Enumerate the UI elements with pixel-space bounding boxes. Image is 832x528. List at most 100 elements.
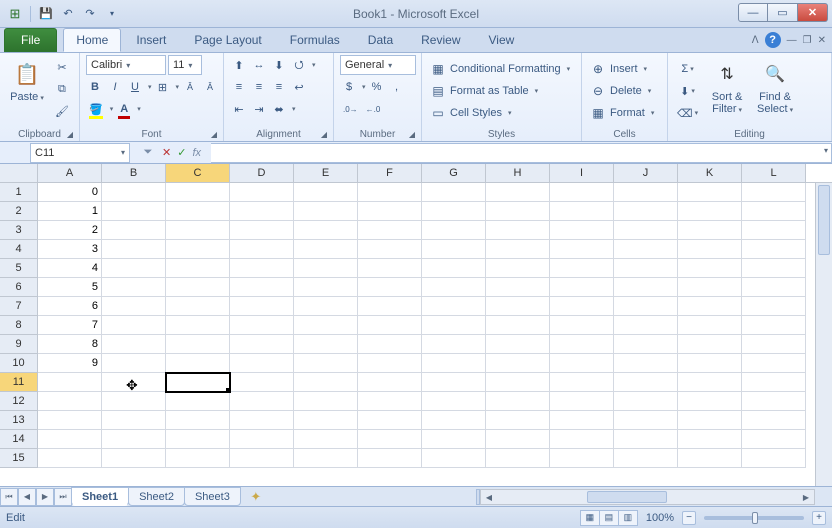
- cell[interactable]: [422, 278, 486, 297]
- cell[interactable]: [102, 278, 166, 297]
- border-button[interactable]: ⊞: [154, 77, 172, 97]
- format-painter-button[interactable]: 🖌: [52, 101, 72, 121]
- cell[interactable]: [294, 373, 358, 392]
- shrink-font-button[interactable]: Ǎ: [201, 77, 219, 97]
- excel-icon[interactable]: ⊞: [6, 5, 24, 23]
- cell[interactable]: [102, 430, 166, 449]
- row-header[interactable]: 12: [0, 392, 38, 411]
- expand-formula-bar-icon[interactable]: ▾: [824, 146, 828, 155]
- cell[interactable]: [422, 259, 486, 278]
- cell[interactable]: [102, 297, 166, 316]
- column-header[interactable]: B: [102, 164, 166, 182]
- cell[interactable]: [742, 430, 806, 449]
- cell[interactable]: [486, 278, 550, 297]
- cell[interactable]: [550, 183, 614, 202]
- cell[interactable]: [230, 221, 294, 240]
- cell[interactable]: [230, 430, 294, 449]
- cell[interactable]: [550, 335, 614, 354]
- row-header[interactable]: 15: [0, 449, 38, 468]
- cell[interactable]: 5: [38, 278, 102, 297]
- clear-button[interactable]: ⌫▾: [674, 103, 701, 123]
- select-all-corner[interactable]: [0, 164, 38, 182]
- cell[interactable]: [550, 449, 614, 468]
- cell[interactable]: [358, 430, 422, 449]
- cell[interactable]: [102, 316, 166, 335]
- cell[interactable]: [166, 297, 230, 316]
- italic-button[interactable]: I: [106, 77, 124, 97]
- cell[interactable]: [358, 392, 422, 411]
- cell[interactable]: [230, 259, 294, 278]
- formula-dropdown-icon[interactable]: ⏷: [140, 146, 156, 159]
- cell[interactable]: [742, 278, 806, 297]
- decrease-indent-button[interactable]: ⇤: [230, 99, 248, 119]
- cell[interactable]: [742, 183, 806, 202]
- cell[interactable]: [678, 297, 742, 316]
- cell[interactable]: [102, 221, 166, 240]
- row-header[interactable]: 10: [0, 354, 38, 373]
- vertical-scrollbar[interactable]: [815, 183, 832, 486]
- cell[interactable]: [294, 316, 358, 335]
- cell[interactable]: [614, 373, 678, 392]
- cell[interactable]: [678, 449, 742, 468]
- cancel-formula-button[interactable]: ✕: [162, 146, 171, 159]
- cell[interactable]: [166, 392, 230, 411]
- paste-button[interactable]: 📋 Paste▾: [6, 55, 48, 103]
- cell[interactable]: [614, 354, 678, 373]
- workbook-minimize-icon[interactable]: —: [787, 35, 797, 46]
- cell[interactable]: [358, 202, 422, 221]
- tab-home[interactable]: Home: [63, 28, 121, 52]
- cell[interactable]: [678, 259, 742, 278]
- cell[interactable]: [614, 411, 678, 430]
- cell[interactable]: [230, 316, 294, 335]
- column-header[interactable]: I: [550, 164, 614, 182]
- zoom-slider-knob[interactable]: [752, 512, 758, 524]
- cell[interactable]: [422, 392, 486, 411]
- sheet-tab-3[interactable]: Sheet3: [184, 487, 241, 506]
- row-header[interactable]: 8: [0, 316, 38, 335]
- cell[interactable]: [486, 430, 550, 449]
- cell[interactable]: [294, 411, 358, 430]
- fill-button[interactable]: ⬇▾: [674, 81, 701, 101]
- cell[interactable]: [678, 240, 742, 259]
- percent-button[interactable]: %: [368, 77, 386, 97]
- row-header[interactable]: 13: [0, 411, 38, 430]
- cell[interactable]: [102, 259, 166, 278]
- zoom-out-button[interactable]: −: [682, 511, 696, 525]
- cell[interactable]: [742, 449, 806, 468]
- sheet-nav-last[interactable]: ⏭: [54, 488, 72, 506]
- row-header[interactable]: 4: [0, 240, 38, 259]
- cell[interactable]: [166, 240, 230, 259]
- format-cells-button[interactable]: ▦Format▾: [588, 103, 656, 123]
- align-top-button[interactable]: ⬆: [230, 55, 248, 75]
- cell[interactable]: [486, 183, 550, 202]
- cell[interactable]: [742, 202, 806, 221]
- align-right-button[interactable]: ≡: [270, 77, 288, 97]
- cell[interactable]: 9: [38, 354, 102, 373]
- cell[interactable]: [230, 202, 294, 221]
- cell[interactable]: [166, 354, 230, 373]
- tab-review[interactable]: Review: [408, 28, 473, 52]
- horizontal-scroll-thumb[interactable]: [587, 491, 667, 503]
- cell[interactable]: [678, 202, 742, 221]
- sheet-nav-first[interactable]: ⏮: [0, 488, 18, 506]
- cell[interactable]: [358, 240, 422, 259]
- dialog-launcher-icon[interactable]: ◢: [211, 130, 217, 139]
- sort-filter-button[interactable]: ⇅ Sort & Filter▾: [705, 55, 749, 115]
- cell[interactable]: [230, 373, 294, 392]
- cell[interactable]: [678, 354, 742, 373]
- cell[interactable]: [550, 278, 614, 297]
- align-middle-button[interactable]: ↔: [250, 55, 268, 75]
- cell[interactable]: [358, 221, 422, 240]
- cell[interactable]: [422, 221, 486, 240]
- sheet-tab-1[interactable]: Sheet1: [71, 487, 129, 506]
- font-name-combo[interactable]: Calibri▾: [86, 55, 166, 75]
- maximize-button[interactable]: ▭: [768, 3, 798, 22]
- cell[interactable]: [486, 392, 550, 411]
- cell[interactable]: [422, 240, 486, 259]
- cell[interactable]: [294, 202, 358, 221]
- row-header[interactable]: 2: [0, 202, 38, 221]
- cell[interactable]: [742, 354, 806, 373]
- formula-input[interactable]: [211, 143, 832, 163]
- cell[interactable]: [614, 316, 678, 335]
- delete-cells-button[interactable]: ⊖Delete▾: [588, 81, 653, 101]
